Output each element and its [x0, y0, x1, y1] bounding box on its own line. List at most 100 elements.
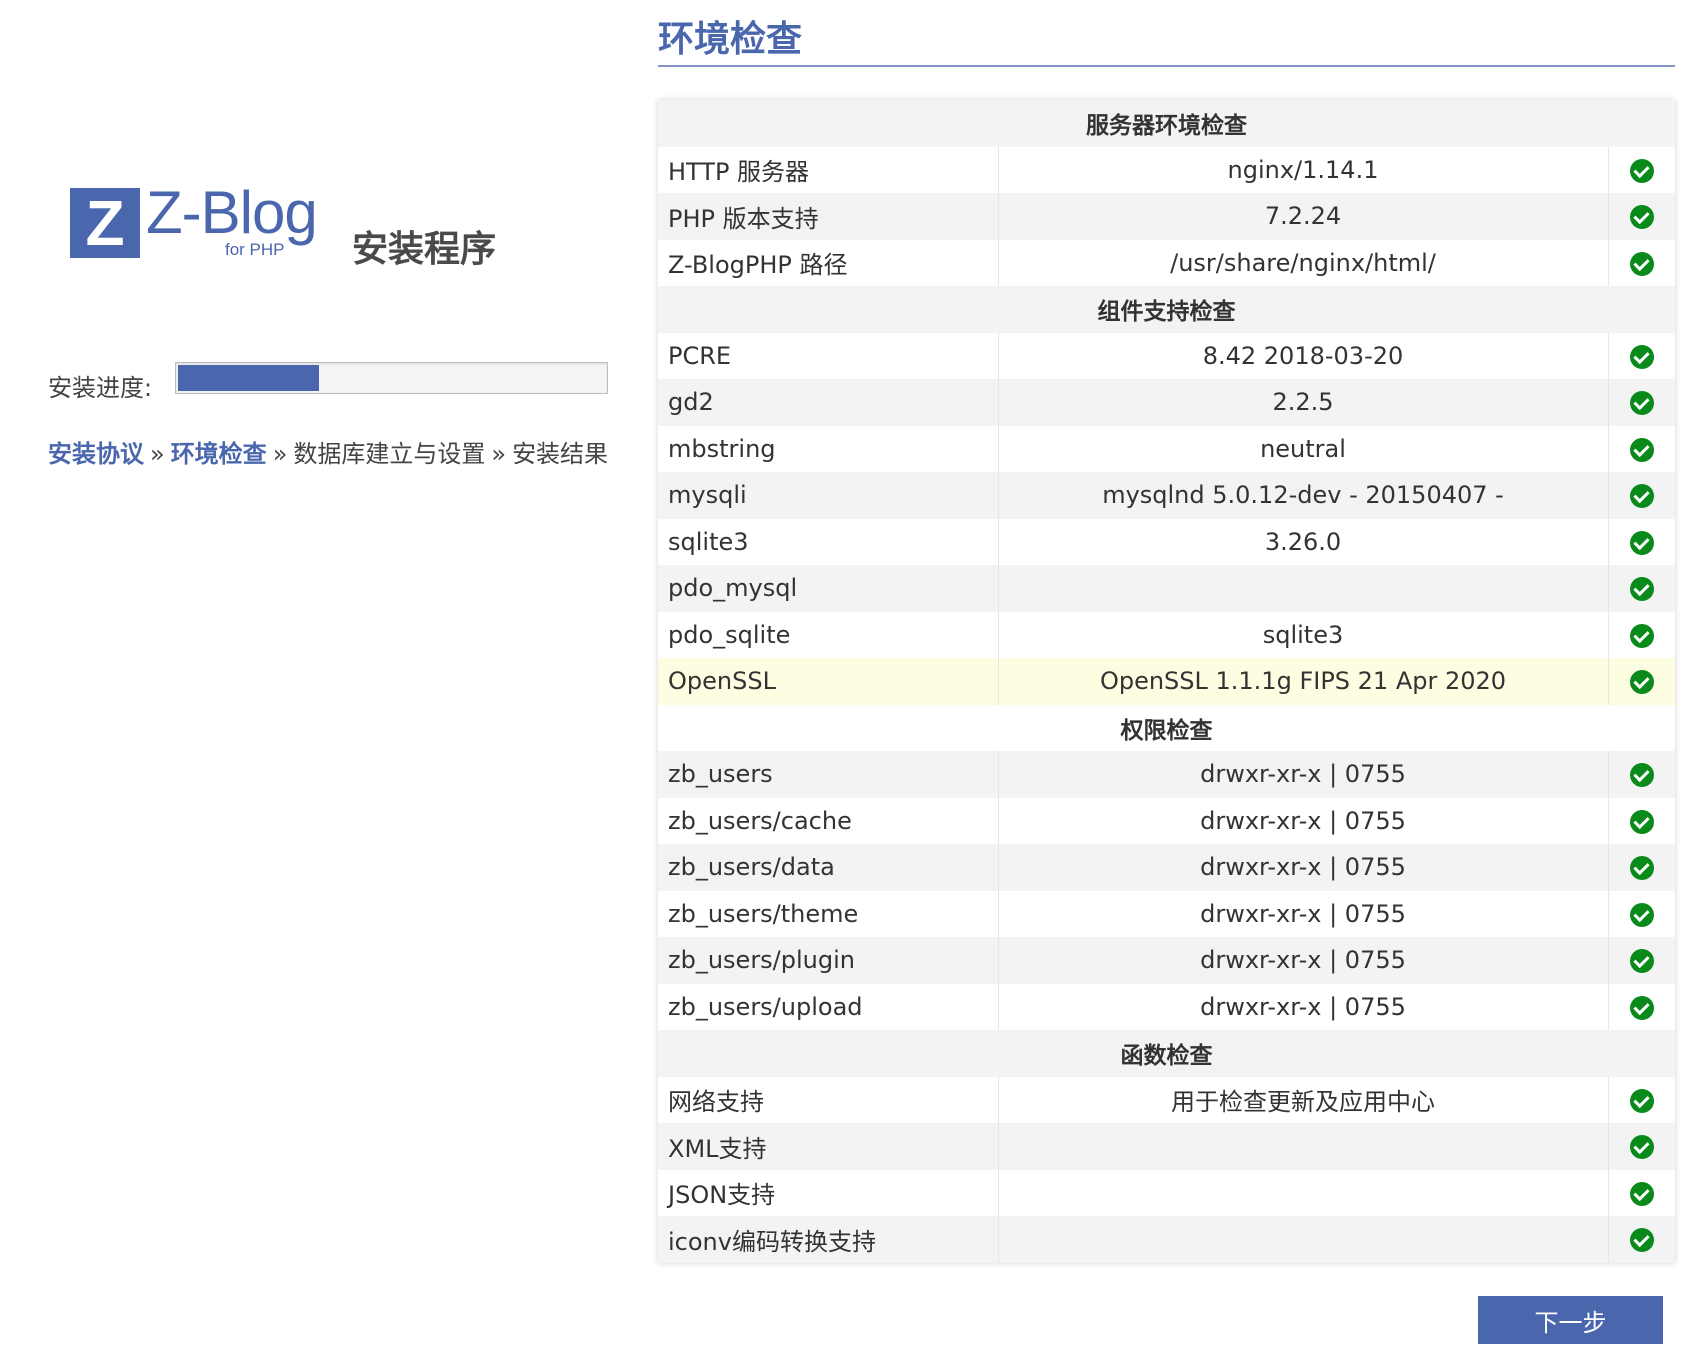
check-status: [1608, 984, 1675, 1031]
environment-check-table: 服务器环境检查 HTTP 服务器 nginx/1.14.1 PHP 版本支持 7.2.2…: [658, 100, 1675, 1263]
check-name: zb_users/upload: [658, 983, 999, 1030]
table-row: gd2 2.2.5: [658, 379, 1675, 426]
check-name: XML支持: [658, 1123, 999, 1170]
step-2: 环境检查: [170, 440, 267, 468]
check-name: PCRE: [658, 332, 999, 379]
step-separator: »: [150, 440, 165, 468]
check-status: [1608, 333, 1675, 380]
check-value: 用于检查更新及应用中心: [998, 1076, 1609, 1123]
progress-label: 安装进度:: [48, 374, 153, 402]
step-4: 安装结果: [512, 440, 609, 468]
table-row: PHP 版本支持 7.2.24: [658, 193, 1675, 240]
section-header: 服务器环境检查: [658, 100, 1675, 147]
check-status: [1608, 565, 1675, 612]
table-row: mysqli mysqlnd 5.0.12-dev - 20150407 -: [658, 472, 1675, 519]
check-circle-icon: [1629, 763, 1654, 788]
next-step-button[interactable]: 下一步: [1478, 1296, 1663, 1344]
step-1: 安装协议: [48, 440, 144, 468]
check-circle-icon: [1629, 809, 1654, 834]
check-circle-icon: [1629, 1135, 1654, 1160]
check-name: mysqli: [658, 472, 999, 519]
check-status: [1608, 658, 1675, 705]
check-value: drwxr-xr-x | 0755: [998, 937, 1609, 984]
check-value: /usr/share/nginx/html/: [998, 239, 1609, 286]
table-row: JSON支持: [658, 1169, 1675, 1217]
table-row: pdo_sqlite sqlite3: [658, 611, 1675, 658]
step-separator: »: [272, 440, 288, 468]
table-row: Z-BlogPHP 路径/usr/share/nginx/html/: [658, 239, 1675, 287]
check-value: sqlite3: [998, 611, 1609, 658]
check-status: [1608, 1123, 1675, 1170]
check-value: drwxr-xr-x | 0755: [998, 983, 1609, 1030]
installer-title: 安装程序: [352, 229, 497, 270]
check-status: [1608, 379, 1675, 426]
check-name: pdo_sqlite: [658, 611, 999, 658]
check-status: [1608, 1216, 1675, 1263]
check-circle-icon: [1629, 158, 1654, 183]
check-name: gd2: [658, 379, 999, 426]
check-status: [1608, 891, 1675, 938]
check-circle-icon: [1629, 344, 1654, 369]
check-name: iconv编码转换支持: [658, 1216, 999, 1263]
logo-name: Z-Blog: [146, 179, 318, 246]
table-row: zb_users/data drwxr-xr-x | 0755: [658, 844, 1675, 891]
check-name: zb_users/plugin: [658, 937, 999, 984]
check-value: OpenSSL 1.1.1g FIPS 21 Apr 2020: [998, 658, 1609, 705]
check-status: [1608, 240, 1675, 287]
section-title: 服务器环境检查: [1086, 113, 1247, 140]
table-row: zb_users/upload drwxr-xr-x | 0755: [658, 983, 1675, 1031]
check-name: PHP 版本支持: [658, 193, 999, 240]
check-value: drwxr-xr-x | 0755: [998, 890, 1609, 937]
check-circle-icon: [1629, 949, 1654, 974]
check-name: zb_users/theme: [658, 890, 999, 937]
table-row: zb_users/cache drwxr-xr-x | 0755: [658, 797, 1675, 844]
check-circle-icon: [1629, 530, 1654, 555]
check-status: [1608, 193, 1675, 240]
check-name: Z-BlogPHP 路径: [658, 239, 999, 286]
check-circle-icon: [1629, 1088, 1654, 1113]
step-3: 数据库建立与设置: [293, 440, 486, 468]
logo-mark: Z: [70, 188, 140, 258]
check-circle-icon: [1629, 1228, 1654, 1253]
install-steps-breadcrumb: 安装协议» 环境检查» 数据库建立与设置» 安装结果: [48, 434, 608, 469]
check-name: 网络支持: [658, 1076, 999, 1123]
check-status: [1608, 147, 1675, 194]
zblog-logo: Z Z-Blog for PHP 安装程序: [70, 179, 500, 272]
check-circle-icon: [1629, 902, 1654, 927]
table-row: OpenSSL OpenSSL 1.1.1g FIPS 21 Apr 2020: [658, 658, 1675, 705]
check-circle-icon: [1629, 391, 1654, 416]
check-value: 7.2.24: [998, 193, 1609, 240]
check-status: [1608, 751, 1675, 798]
check-circle-icon: [1629, 995, 1654, 1020]
section-header: 权限检查: [658, 704, 1675, 751]
check-circle-icon: [1629, 1181, 1654, 1206]
check-value: neutral: [998, 425, 1609, 472]
check-circle-icon: [1629, 484, 1654, 509]
check-circle-icon: [1629, 577, 1654, 602]
check-status: [1608, 472, 1675, 519]
section-title: 组件支持检查: [1097, 299, 1236, 326]
sidebar: Z Z-Blog for PHP 安装程序 安装进度: 安装协议» 环境检查» 数据…: [0, 0, 640, 1348]
table-row: PCRE 8.42 2018-03-20: [658, 332, 1675, 380]
check-circle-icon: [1629, 251, 1654, 276]
check-name: sqlite3: [658, 518, 999, 565]
section-title: 函数检查: [1120, 1043, 1213, 1070]
check-circle-icon: [1629, 670, 1654, 695]
progress-bar: [175, 362, 608, 394]
check-name: JSON支持: [658, 1169, 999, 1216]
check-circle-icon: [1629, 437, 1654, 462]
check-status: [1608, 1170, 1675, 1217]
table-row: zb_users drwxr-xr-x | 0755: [658, 751, 1675, 798]
check-name: mbstring: [658, 425, 999, 472]
check-value: [998, 565, 1609, 612]
title-divider: [658, 65, 1675, 67]
check-name: OpenSSL: [658, 658, 999, 705]
table-row: XML支持: [658, 1123, 1675, 1170]
check-value: 8.42 2018-03-20: [998, 332, 1609, 379]
check-value: mysqlnd 5.0.12-dev - 20150407 -: [998, 472, 1609, 519]
check-value: drwxr-xr-x | 0755: [998, 797, 1609, 844]
check-value: [998, 1216, 1609, 1263]
table-row: sqlite3 3.26.0: [658, 518, 1675, 565]
check-value: 3.26.0: [998, 518, 1609, 565]
check-value: nginx/1.14.1: [998, 146, 1609, 193]
